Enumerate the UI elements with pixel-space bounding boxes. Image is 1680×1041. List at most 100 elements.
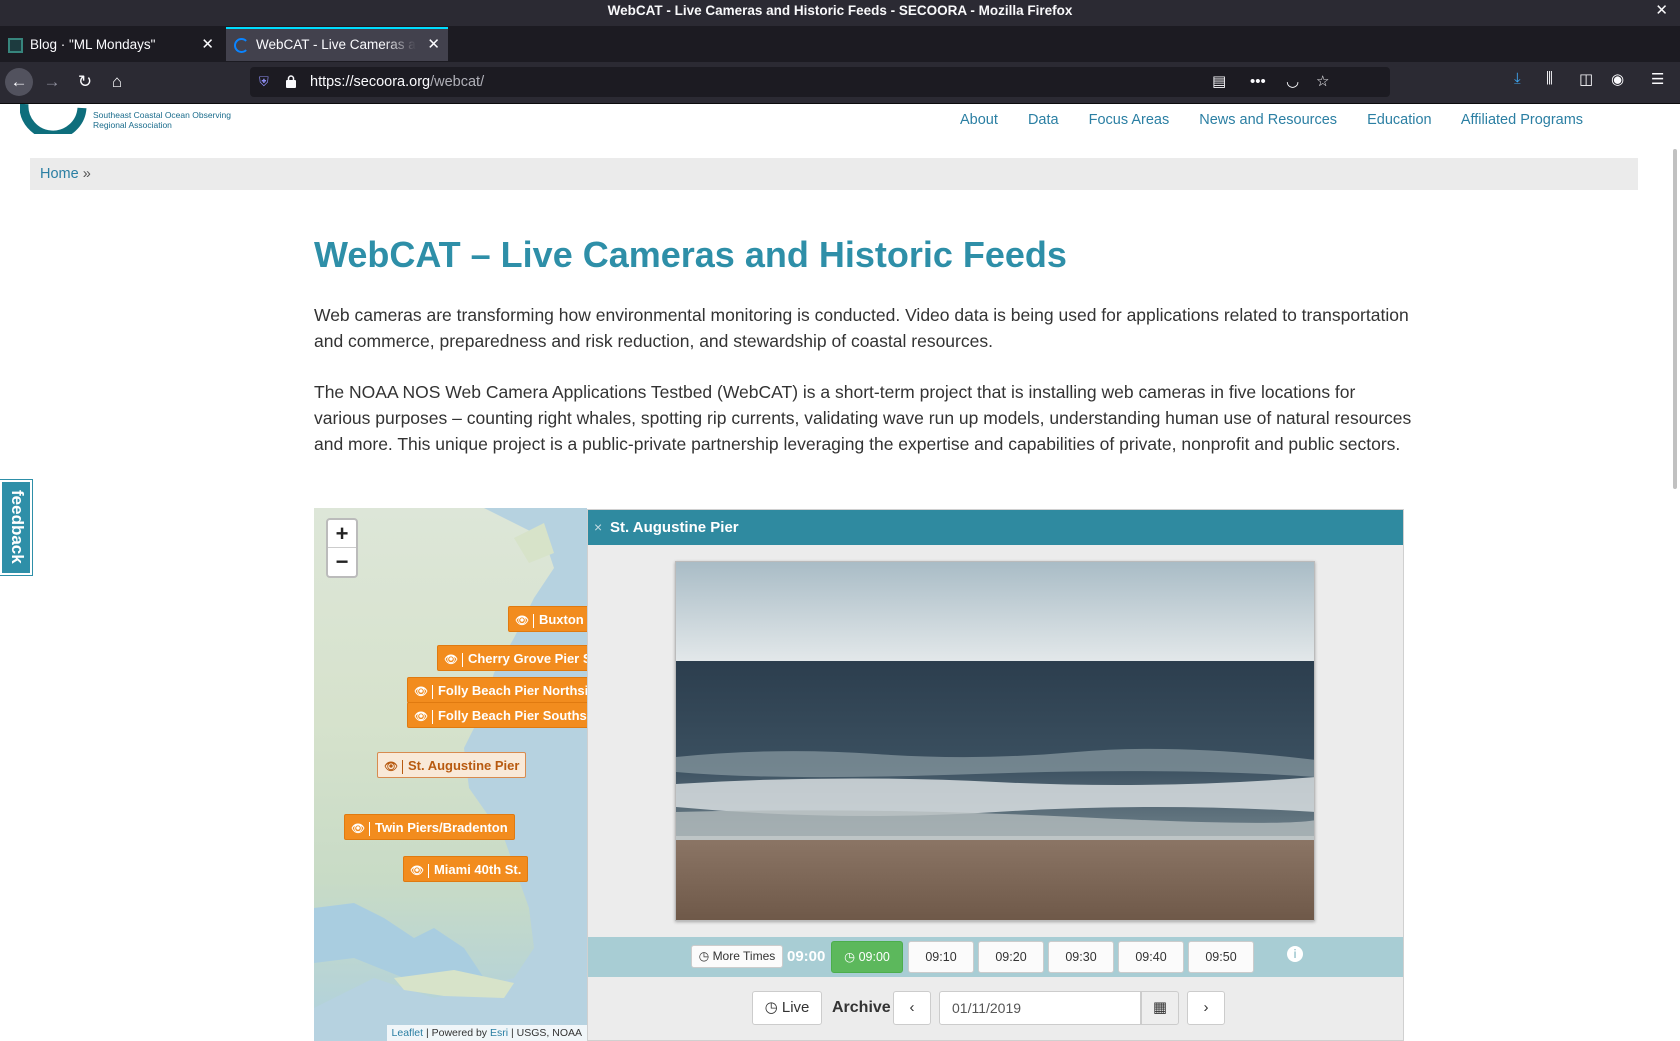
bookmark-star-icon[interactable]: ☆	[1316, 67, 1329, 97]
camera-map[interactable]: + − 👁 Buxton Coast Guard 👁 Cherry Grove Pi…	[314, 508, 587, 1041]
live-button[interactable]: ◷ Live	[752, 991, 822, 1025]
time-selector-bar: ◷ More Times 09:00 ◷ 09:00 09:10 09:20 0…	[588, 937, 1403, 977]
url-path: /webcat/	[430, 74, 485, 90]
more-times-label: More Times	[712, 949, 776, 963]
calendar-icon: ▦	[1152, 999, 1168, 1016]
live-label: Live	[781, 999, 810, 1016]
leaflet-link[interactable]: Leaflet	[392, 1027, 424, 1039]
attribution-text: | Powered by	[423, 1027, 490, 1039]
tab-close-icon[interactable]: ✕	[201, 29, 214, 61]
time-button[interactable]: 09:30	[1048, 941, 1114, 973]
calendar-button[interactable]: ▦	[1141, 991, 1179, 1025]
reload-icon[interactable]: ↻	[71, 68, 99, 96]
close-panel-icon[interactable]: ×	[594, 510, 602, 545]
tab-title: WebCAT - Live Cameras and Historic Feeds	[256, 37, 416, 52]
breadcrumb-home-link[interactable]: Home	[40, 166, 79, 182]
marker-twin-piers[interactable]: 👁 Twin Piers/Bradenton	[344, 814, 515, 840]
zoom-out-button[interactable]: −	[328, 548, 356, 576]
pocket-icon[interactable]: ◡	[1286, 67, 1299, 97]
tab-webcat[interactable]: WebCAT - Live Cameras and Historic Feeds…	[226, 27, 448, 61]
zoom-in-button[interactable]: +	[328, 520, 356, 548]
loading-favicon-icon	[234, 38, 249, 53]
time-button[interactable]: 09:20	[978, 941, 1044, 973]
time-button[interactable]: 09:10	[908, 941, 974, 973]
clock-icon: ◷	[844, 950, 856, 964]
downloads-icon[interactable]: ⤓	[1514, 70, 1521, 87]
page-actions-icon[interactable]: •••	[1250, 67, 1266, 97]
url-text: https://secoora.org/webcat/	[310, 67, 484, 97]
main-nav: About Data Focus Areas News and Resource…	[960, 112, 1609, 128]
clock-icon: ◷	[698, 949, 710, 963]
nav-item-data[interactable]: Data	[1028, 112, 1059, 128]
feedback-tab[interactable]: feedback	[0, 479, 33, 576]
library-icon[interactable]: ⫼	[1546, 70, 1553, 87]
next-day-button[interactable]: ›	[1187, 991, 1225, 1025]
window-titlebar: WebCAT - Live Cameras and Historic Feeds…	[0, 0, 1680, 26]
nav-item-education[interactable]: Education	[1367, 112, 1432, 128]
archive-date-input[interactable]: 01/11/2019	[939, 991, 1141, 1025]
menu-icon[interactable]: ☰	[1651, 70, 1664, 88]
camera-header: × St. Augustine Pier	[588, 510, 1403, 545]
tab-blog[interactable]: Blog · "ML Mondays" ✕	[0, 29, 222, 61]
page-title: WebCAT – Live Cameras and Historic Feeds	[314, 234, 1067, 275]
home-icon[interactable]: ⌂	[103, 68, 131, 96]
breadcrumb-separator: »	[82, 166, 91, 182]
previous-day-button[interactable]: ‹	[893, 991, 931, 1025]
beach-scene	[676, 562, 1314, 920]
marker-label: Twin Piers/Bradenton	[374, 820, 508, 835]
archive-controls: ◷ Live Archive ‹ 01/11/2019 ▦ ›	[588, 977, 1403, 1041]
marker-label: Folly Beach Pier Southside	[437, 708, 587, 723]
time-button[interactable]: 09:50	[1188, 941, 1254, 973]
marker-cherry-grove[interactable]: 👁 Cherry Grove Pier South	[437, 645, 587, 671]
logo-ring-icon	[20, 104, 87, 134]
secoora-logo[interactable]: Southeast Coastal Ocean Observing Region…	[20, 104, 260, 134]
nav-item-focus-areas[interactable]: Focus Areas	[1089, 112, 1170, 128]
eye-icon: 👁	[515, 615, 529, 627]
url-bar[interactable]: ⛨ https://secoora.org/webcat/ ▤ ••• ◡ ☆	[250, 67, 1390, 97]
logo-text-line1: Southeast Coastal Ocean Observing	[93, 110, 231, 120]
nav-item-affiliated-programs[interactable]: Affiliated Programs	[1461, 112, 1583, 128]
nav-item-news-and-resources[interactable]: News and Resources	[1199, 112, 1337, 128]
marker-divider	[368, 821, 370, 836]
tab-close-icon[interactable]: ✕	[427, 29, 440, 61]
page-scrollbar[interactable]	[1668, 104, 1680, 1041]
marker-buxton[interactable]: 👁 Buxton Coast Guard	[508, 606, 587, 632]
window-close-icon[interactable]: ✕	[1655, 0, 1668, 21]
account-icon[interactable]: ◉	[1611, 70, 1624, 88]
marker-label: Miami 40th St.	[433, 862, 522, 877]
marker-divider	[431, 709, 433, 724]
marker-label: Cherry Grove Pier South	[467, 651, 587, 666]
tracking-shield-icon[interactable]: ⛨	[259, 67, 269, 97]
marker-label: St. Augustine Pier	[407, 758, 520, 773]
marker-divider	[401, 759, 403, 774]
scrollbar-thumb[interactable]	[1673, 149, 1677, 489]
marker-divider	[427, 863, 429, 878]
back-arrow-icon[interactable]: ←	[5, 68, 33, 96]
marker-label: Buxton Coast Guard	[538, 612, 587, 627]
forward-arrow-icon[interactable]: →	[38, 68, 66, 96]
eye-icon: 👁	[444, 654, 458, 666]
camera-title: St. Augustine Pier	[610, 519, 739, 536]
camera-image	[675, 561, 1315, 921]
reader-view-icon[interactable]: ▤	[1212, 67, 1226, 97]
camera-panel: × St. Augustine Pier ◷ More Times 09:00	[587, 509, 1404, 1041]
blog-favicon-icon	[8, 38, 23, 53]
esri-link[interactable]: Esri	[490, 1027, 508, 1039]
attribution-sources: | USGS, NOAA	[508, 1027, 582, 1039]
marker-folly-south[interactable]: 👁 Folly Beach Pier Southside	[407, 702, 587, 728]
time-label: 09:00	[858, 950, 890, 964]
time-button[interactable]: 09:40	[1118, 941, 1184, 973]
intro-paragraph: Web cameras are transforming how environ…	[314, 305, 1409, 351]
marker-miami[interactable]: 👁 Miami 40th St.	[403, 856, 529, 882]
marker-st-augustine[interactable]: 👁 St. Augustine Pier	[377, 752, 527, 778]
eye-icon: 👁	[384, 761, 398, 773]
marker-folly-north[interactable]: 👁 Folly Beach Pier Northside	[407, 677, 587, 703]
more-times-button[interactable]: ◷ More Times	[691, 945, 783, 968]
time-button-selected[interactable]: ◷ 09:00	[831, 941, 903, 973]
sidebar-icon[interactable]: ◫	[1579, 70, 1593, 88]
lock-icon[interactable]	[286, 75, 296, 88]
url-host: https://secoora.org	[310, 74, 431, 90]
logo-text: Southeast Coastal Ocean Observing Region…	[93, 110, 231, 130]
info-icon[interactable]: i	[1287, 946, 1303, 962]
nav-item-about[interactable]: About	[960, 112, 998, 128]
